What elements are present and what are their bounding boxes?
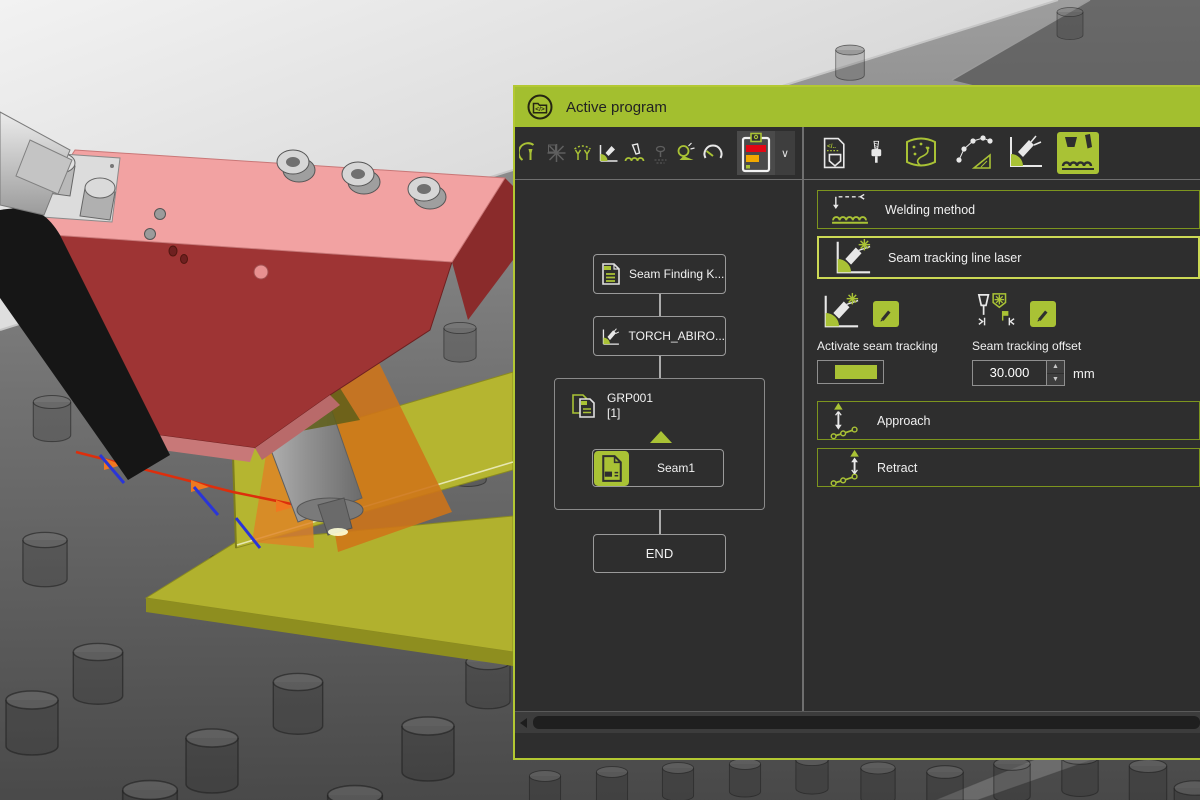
program-code-folder-icon: </> (526, 93, 554, 121)
horizontal-scrollbar[interactable] (515, 711, 1200, 733)
panel-bottom-strip (515, 733, 1200, 758)
seam-doc-icon (594, 451, 629, 486)
pencil-icon (1034, 305, 1052, 323)
status-dropdown-button[interactable]: ∨ (775, 131, 795, 175)
seam-finding-gauge-icon[interactable] (519, 141, 543, 165)
torch-seam-icon[interactable] (623, 141, 647, 165)
tab-welding-process[interactable] (1057, 132, 1099, 174)
tree-node-label: END (646, 546, 673, 561)
group-docs-icon (571, 391, 599, 421)
program-status-card[interactable] (737, 131, 775, 175)
spin-up-button[interactable]: ▲ (1047, 361, 1064, 373)
tree-node-label: TORCH_ABIRO... (629, 329, 725, 343)
torch-corner-icon[interactable] (597, 141, 621, 165)
seam-tracking-controls: Activate seam tracking (817, 292, 1200, 386)
path-dots-ruler-icon (953, 132, 993, 174)
tree-node-end[interactable]: END (593, 534, 726, 573)
tree-node-label: Seam1 (629, 461, 723, 475)
program-shield-icon: </.. (819, 132, 851, 174)
tab-path-geometry[interactable] (953, 132, 993, 174)
offset-spinbox[interactable]: 30.000 ▲ ▼ (972, 360, 1065, 386)
collision-spark-icon[interactable] (545, 141, 569, 165)
torch-angle-icon (1005, 132, 1045, 174)
scrollbar-thumb[interactable] (533, 716, 1200, 729)
tree-connector (659, 510, 661, 534)
welding-method-icon (828, 193, 872, 227)
tool-center-point-icon[interactable] (649, 141, 673, 165)
group-label: GRP001 (607, 391, 653, 406)
status-clipboard-icon (739, 131, 773, 175)
settings-tabs: </.. (804, 127, 1200, 180)
section-approach[interactable]: Approach (817, 401, 1200, 440)
tab-electrode[interactable] (863, 132, 889, 174)
activate-seam-tracking-icon (817, 292, 863, 332)
section-label: Retract (877, 461, 917, 475)
activate-label: Activate seam tracking (817, 339, 972, 353)
section-label: Seam tracking line laser (888, 251, 1021, 265)
program-tree-pane: ∨ Seam Finding K (515, 127, 804, 711)
offset-unit: mm (1073, 366, 1095, 381)
activate-toggle[interactable] (817, 360, 884, 384)
approach-icon (828, 401, 864, 441)
tab-workpiece-surface[interactable] (901, 132, 941, 174)
edit-activate-button[interactable] (873, 301, 899, 327)
offset-value[interactable]: 30.000 (973, 361, 1046, 385)
tree-connector (659, 294, 661, 316)
svg-text:</..: </.. (827, 143, 836, 150)
grinder-icon[interactable] (675, 141, 699, 165)
retract-icon (828, 448, 864, 488)
scroll-left-icon[interactable] (520, 718, 527, 728)
edit-offset-button[interactable] (1030, 301, 1056, 327)
welding-process-icon (1057, 132, 1099, 174)
tree-group-grp001[interactable]: GRP001 [1] (554, 378, 765, 510)
svg-text:</>: </> (535, 106, 545, 113)
torch-icon (601, 323, 621, 349)
tree-toolbar: ∨ (515, 127, 802, 180)
panel-header: </> Active program (515, 87, 1200, 127)
surface-scan-icon (901, 132, 941, 174)
tree-node-torch[interactable]: TORCH_ABIRO... (593, 316, 726, 356)
seam-tracking-offset-icon (972, 292, 1020, 332)
chevron-down-icon: ∨ (781, 147, 789, 160)
program-doc-icon (601, 262, 621, 286)
section-welding-method[interactable]: Welding method (817, 190, 1200, 229)
program-tree: Seam Finding K... TORCH_ABIRO... (515, 180, 802, 711)
pencil-icon (877, 305, 895, 323)
tree-node-seam1[interactable]: Seam1 (592, 449, 724, 487)
group-count: [1] (607, 406, 653, 421)
electrode-icon (863, 132, 889, 174)
section-label: Welding method (885, 203, 975, 217)
settings-pane: </.. (804, 127, 1200, 711)
section-label: Approach (877, 414, 931, 428)
active-program-panel: </> Active program (513, 85, 1200, 760)
tab-torch-orientation[interactable] (1005, 132, 1045, 174)
collapse-triangle-icon[interactable] (650, 431, 672, 443)
section-seam-tracking[interactable]: Seam tracking line laser (817, 236, 1200, 279)
panel-title: Active program (566, 99, 667, 116)
section-retract[interactable]: Retract (817, 448, 1200, 487)
tree-node-seam-finding[interactable]: Seam Finding K... (593, 254, 726, 294)
speedometer-icon[interactable] (701, 141, 725, 165)
seam-tracking-laser-icon (829, 238, 875, 278)
offset-label: Seam tracking offset (972, 339, 1095, 353)
tree-connector (659, 356, 661, 378)
spin-down-button[interactable]: ▼ (1047, 373, 1064, 386)
toggle-knob (835, 365, 877, 379)
multi-pass-torch-icon[interactable] (571, 141, 595, 165)
tab-program-shield[interactable]: </.. (819, 132, 851, 174)
tree-node-label: Seam Finding K... (629, 267, 724, 281)
